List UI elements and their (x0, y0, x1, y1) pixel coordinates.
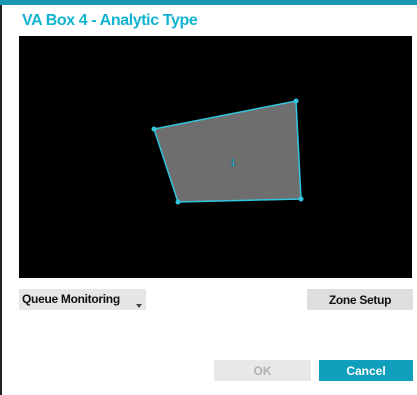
zone-vertex-handle[interactable] (293, 98, 299, 104)
cancel-button[interactable]: Cancel (319, 360, 413, 381)
detection-zone-polygon[interactable] (153, 100, 302, 203)
zone-vertex-handle[interactable] (151, 126, 157, 132)
analytic-type-dialog: VA Box 4 - Analytic Type 1 Queue Monitor… (0, 0, 417, 395)
analytic-controls: Queue Monitoring Zone Setup (0, 289, 417, 311)
dialog-title: VA Box 4 - Analytic Type (22, 12, 198, 29)
analytic-type-dropdown[interactable]: Queue Monitoring (19, 289, 146, 310)
ok-button[interactable]: OK (214, 360, 311, 381)
video-preview[interactable]: 1 (19, 36, 412, 278)
chevron-down-icon (135, 297, 143, 308)
zone-number-label: 1 (230, 158, 236, 169)
dialog-top-accent-bar (0, 0, 417, 5)
zone-vertex-handle[interactable] (298, 196, 304, 202)
dialog-left-border (0, 5, 2, 395)
analytic-type-selected-value: Queue Monitoring (22, 292, 120, 306)
zone-vertex-handle[interactable] (175, 199, 181, 205)
zone-setup-button[interactable]: Zone Setup (307, 289, 413, 310)
zone-overlay[interactable]: 1 (19, 36, 412, 278)
dialog-footer: OK Cancel (0, 360, 417, 382)
